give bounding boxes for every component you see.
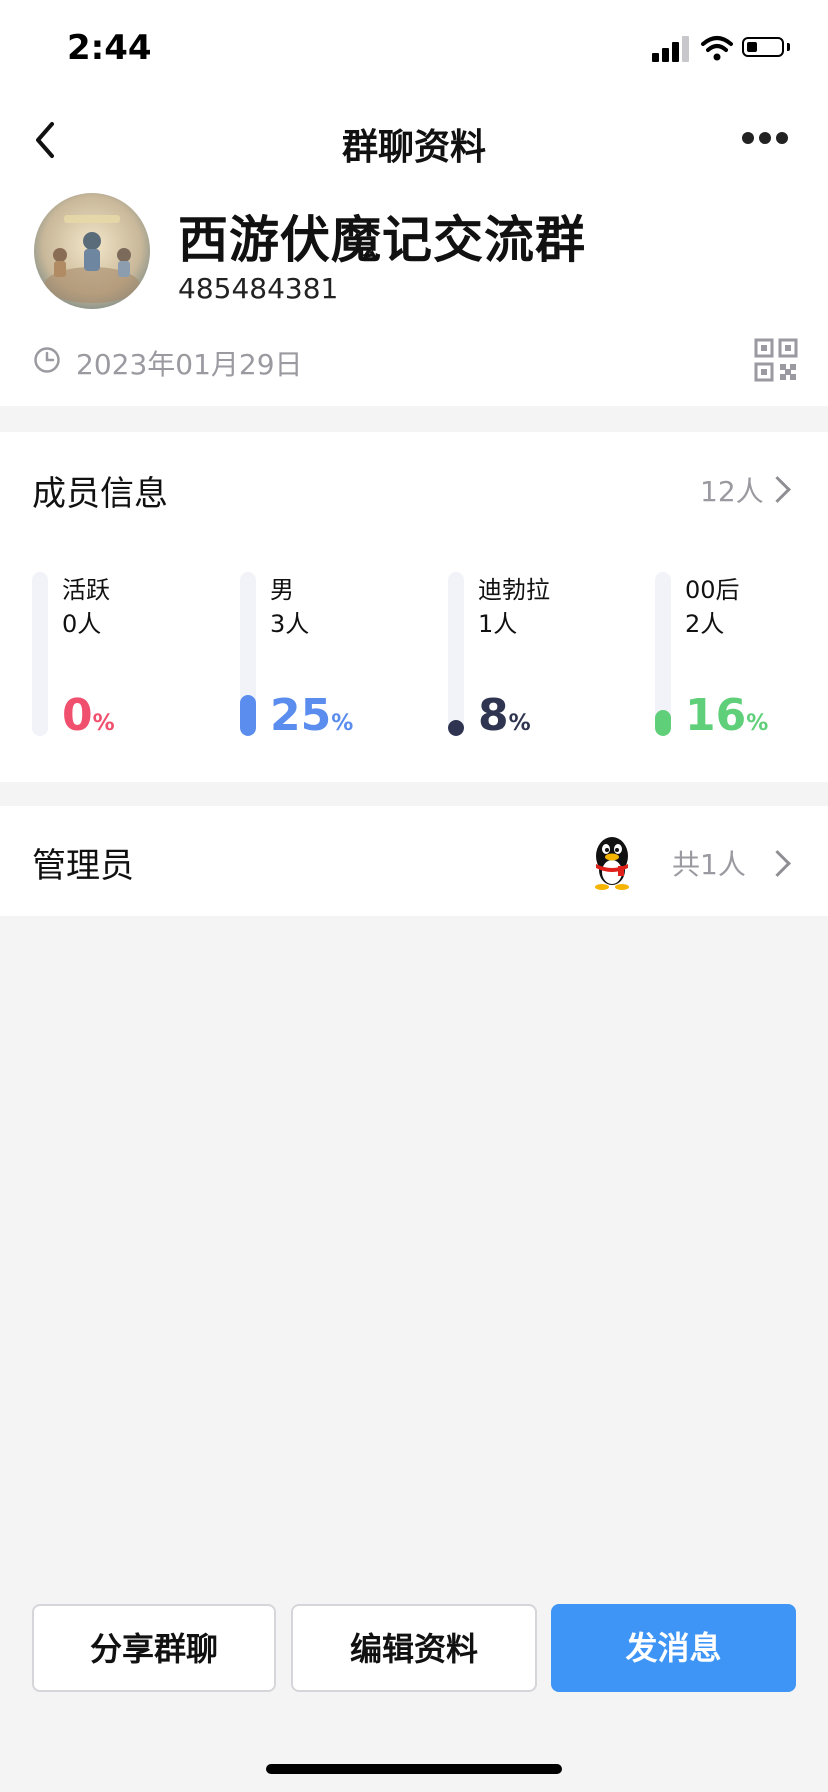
stat-bar-track	[448, 572, 464, 736]
percent-sign: %	[92, 711, 115, 736]
stat-percent: 25%	[270, 690, 353, 741]
stat-bar-track	[240, 572, 256, 736]
group-id: 485484381	[178, 272, 339, 305]
stat-active: 活跃 0人 0%	[32, 570, 232, 741]
wifi-icon	[701, 36, 733, 61]
stat-bar-track	[655, 572, 671, 736]
page-title: 群聊资料	[341, 127, 486, 168]
stat-label: 00后	[685, 576, 740, 604]
stat-location: 迪勃拉 1人 8%	[448, 570, 648, 741]
admin-avatar[interactable]	[588, 832, 636, 890]
stat-percent: 16%	[685, 690, 768, 741]
creation-date: 2023年01月29日	[76, 348, 303, 381]
stat-percent-value: 0	[62, 690, 93, 741]
stat-bar-fill	[655, 710, 671, 736]
group-avatar[interactable]	[34, 193, 150, 309]
stat-count: 1人	[478, 610, 518, 638]
stat-bar-fill	[448, 720, 464, 736]
stat-age: 00后 2人 16%	[655, 570, 828, 741]
stat-percent: 0%	[62, 690, 115, 741]
stat-count: 0人	[62, 610, 102, 638]
percent-sign: %	[746, 711, 769, 736]
more-options-icon[interactable]	[742, 132, 788, 146]
edit-profile-button[interactable]: 编辑资料	[291, 1604, 537, 1692]
stat-percent-value: 8	[478, 690, 509, 741]
admin-title: 管理员	[32, 846, 134, 886]
send-message-button[interactable]: 发消息	[551, 1604, 796, 1692]
stat-count: 2人	[685, 610, 725, 638]
percent-sign: %	[508, 711, 531, 736]
stat-male: 男 3人 25%	[240, 570, 440, 741]
member-count[interactable]: 12人	[700, 470, 764, 510]
cellular-signal-icon	[652, 36, 690, 62]
admin-count: 共1人	[672, 848, 746, 881]
group-name: 西游伏魔记交流群	[178, 211, 586, 269]
stat-bar-fill	[240, 695, 256, 736]
stat-label: 男	[270, 576, 294, 604]
stat-label: 迪勃拉	[478, 576, 550, 604]
stat-count: 3人	[270, 610, 310, 638]
member-info-title: 成员信息	[32, 474, 168, 514]
stat-percent: 8%	[478, 690, 531, 741]
status-time: 2:44	[67, 28, 152, 68]
clock-icon	[34, 347, 60, 373]
stat-percent-value: 16	[685, 690, 747, 741]
stat-percent-value: 25	[270, 690, 332, 741]
home-indicator	[266, 1764, 562, 1774]
stat-label: 活跃	[62, 576, 110, 604]
qr-code-icon[interactable]	[754, 338, 798, 382]
share-group-button[interactable]: 分享群聊	[32, 1604, 276, 1692]
battery-icon	[742, 37, 784, 57]
battery-tip	[787, 43, 790, 51]
percent-sign: %	[331, 711, 354, 736]
stat-bar-track	[32, 572, 48, 736]
